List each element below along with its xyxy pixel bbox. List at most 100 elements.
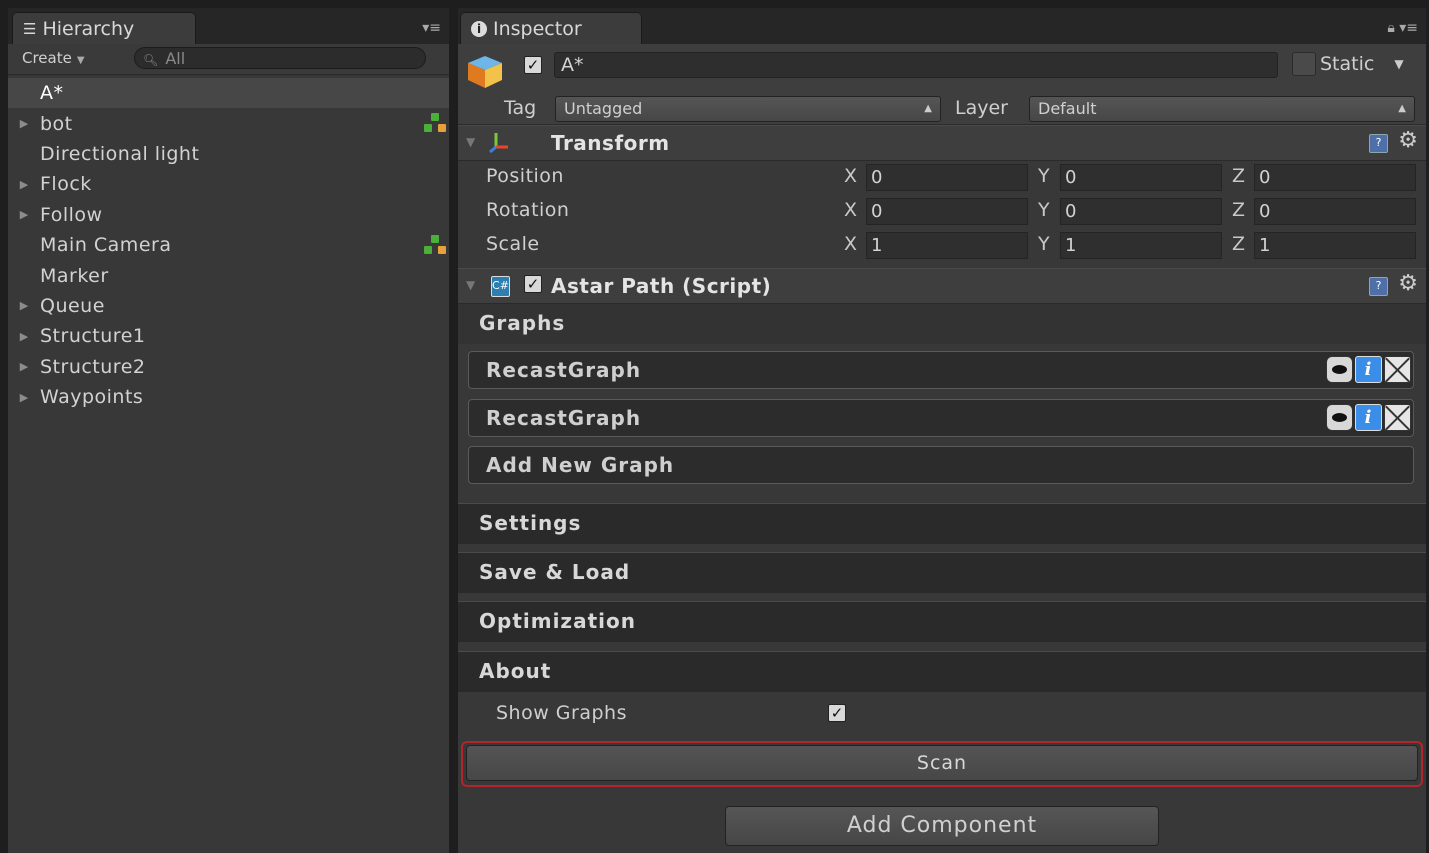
hierarchy-panel: ☰ Hierarchy ▾≡ Create ▼ 🔍︎ All A* ▶ bot Dire… [8, 8, 449, 853]
hierarchy-item[interactable]: Main Camera [8, 230, 449, 260]
hierarchy-item[interactable]: ▶ Waypoints [8, 382, 449, 412]
transform-row-label: Scale [486, 233, 540, 255]
chevron-down-icon[interactable]: ▼ [1394, 57, 1403, 71]
create-button-label: Create [22, 49, 72, 67]
graphs-section-header[interactable]: Graphs [458, 304, 1426, 344]
z-value-field[interactable]: 1 [1254, 232, 1416, 259]
hierarchy-item[interactable]: Directional light [8, 139, 449, 169]
y-value-field[interactable]: 0 [1060, 164, 1222, 191]
expand-arrow-icon[interactable]: ▶ [8, 330, 40, 343]
updown-arrow-icon: ▲ [924, 103, 932, 114]
astar-script-title: Astar Path (Script) [551, 274, 772, 298]
add-new-graph-button[interactable]: Add New Graph [468, 446, 1414, 484]
show-graphs-checkbox[interactable]: ✓ [828, 704, 846, 722]
gear-icon[interactable]: ⚙ [1398, 271, 1418, 296]
z-value-field[interactable]: 0 [1254, 198, 1416, 225]
tab-hierarchy-label: Hierarchy [42, 17, 135, 40]
hierarchy-item-label: bot [40, 112, 73, 135]
gameobject-header: ✓ A* Static ▼ Tag Untagged ▲ Layer Defau… [458, 44, 1426, 125]
foldout-arrow-icon[interactable]: ▼ [466, 135, 475, 149]
transform-row: Rotation X 0 Y 0 Z 0 [458, 194, 1426, 228]
show-graphs-label: Show Graphs [496, 702, 627, 724]
help-icon[interactable]: ? [1369, 277, 1388, 296]
eye-icon[interactable] [1326, 404, 1353, 431]
eye-icon[interactable] [1326, 356, 1353, 383]
layer-value: Default [1038, 99, 1097, 118]
hierarchy-item-label: Follow [40, 203, 103, 226]
foldout-arrow-icon[interactable]: ▼ [466, 278, 475, 292]
gear-icon[interactable]: ⚙ [1398, 128, 1418, 153]
hierarchy-item[interactable]: ▶ Queue [8, 291, 449, 321]
info-icon[interactable]: i [1355, 356, 1382, 383]
tab-inspector[interactable]: i Inspector [460, 12, 642, 44]
x-value-field[interactable]: 0 [866, 198, 1028, 225]
axis-y-label: Y [1038, 199, 1050, 221]
y-value-field[interactable]: 1 [1060, 232, 1222, 259]
transform-row: Scale X 1 Y 1 Z 1 [458, 228, 1426, 262]
expand-arrow-icon[interactable]: ▶ [8, 391, 40, 404]
static-toggle[interactable]: Static ▼ [1292, 52, 1404, 76]
add-component-button[interactable]: Add Component [725, 806, 1159, 846]
static-checkbox[interactable] [1292, 52, 1316, 76]
layer-label: Layer [955, 97, 1008, 119]
hierarchy-item-label: A* [40, 82, 64, 105]
axis-x-label: X [844, 199, 858, 221]
delete-icon[interactable] [1384, 404, 1411, 431]
object-name-field[interactable]: A* [554, 52, 1278, 78]
help-icon[interactable]: ? [1369, 134, 1388, 153]
astar-script-header[interactable]: ▼ C# ✓ Astar Path (Script) ? ⚙ [458, 268, 1426, 304]
graph-item[interactable]: RecastGraph i [468, 399, 1414, 437]
scan-button[interactable]: Scan [466, 745, 1418, 781]
axis-z-label: Z [1232, 199, 1246, 221]
transform-header[interactable]: ▼ Transform ? ⚙ [458, 125, 1426, 161]
hierarchy-item[interactable]: ▶ Follow [8, 200, 449, 230]
info-icon[interactable]: i [1355, 404, 1382, 431]
graph-label: RecastGraph [486, 358, 642, 382]
create-button[interactable]: Create ▼ [22, 47, 85, 69]
about-section-header[interactable]: About [458, 651, 1426, 692]
expand-arrow-icon[interactable]: ▶ [8, 117, 40, 130]
expand-arrow-icon[interactable]: ▶ [8, 360, 40, 373]
hierarchy-item[interactable]: Marker [8, 260, 449, 290]
hierarchy-item[interactable]: A* [8, 78, 449, 109]
search-placeholder: All [165, 49, 186, 68]
hierarchy-item[interactable]: ▶ Structure2 [8, 352, 449, 382]
graphs-section-label: Graphs [479, 311, 566, 335]
hierarchy-item[interactable]: ▶ bot [8, 108, 449, 138]
x-value-field[interactable]: 0 [866, 164, 1028, 191]
axis-y-label: Y [1038, 165, 1050, 187]
tag-dropdown[interactable]: Untagged ▲ [555, 96, 941, 122]
csharp-script-icon: C# [491, 276, 510, 297]
hierarchy-search-input[interactable]: 🔍︎ All [134, 47, 426, 69]
hierarchy-item[interactable]: ▶ Structure1 [8, 321, 449, 351]
save-load-section-header[interactable]: Save & Load [458, 552, 1426, 593]
about-section-label: About [479, 659, 552, 683]
save-load-section-label: Save & Load [479, 560, 631, 584]
transform-axes-icon [489, 133, 508, 153]
lock-menu-icon[interactable]: 🔒︎ ▾≡ [1387, 20, 1418, 36]
expand-arrow-icon[interactable]: ▶ [8, 178, 40, 191]
add-new-graph-label: Add New Graph [486, 453, 675, 477]
script-enabled-checkbox[interactable]: ✓ [524, 275, 542, 293]
tag-label: Tag [504, 97, 537, 119]
z-value-field[interactable]: 0 [1254, 164, 1416, 191]
settings-section-header[interactable]: Settings [458, 503, 1426, 544]
x-value-field[interactable]: 1 [866, 232, 1028, 259]
expand-arrow-icon[interactable]: ▶ [8, 208, 40, 221]
gameobject-cube-icon [468, 56, 502, 88]
axis-z-label: Z [1232, 233, 1246, 255]
panel-menu-icon[interactable]: ▾≡ [422, 20, 441, 36]
layer-dropdown[interactable]: Default ▲ [1029, 96, 1415, 122]
graph-item[interactable]: RecastGraph i [468, 351, 1414, 389]
y-value-field[interactable]: 0 [1060, 198, 1222, 225]
optimization-section-header[interactable]: Optimization [458, 601, 1426, 642]
hierarchy-item[interactable]: ▶ Flock [8, 169, 449, 199]
expand-arrow-icon[interactable]: ▶ [8, 299, 40, 312]
tab-hierarchy[interactable]: ☰ Hierarchy [12, 12, 196, 44]
active-checkbox[interactable]: ✓ [524, 56, 542, 74]
transform-title: Transform [551, 131, 670, 155]
hierarchy-tree: A* ▶ bot Directional light ▶ Flock ▶ Follow Main… [8, 78, 449, 412]
search-icon: 🔍︎ [143, 53, 159, 67]
delete-icon[interactable] [1384, 356, 1411, 383]
hierarchy-item-label: Structure2 [40, 355, 146, 378]
